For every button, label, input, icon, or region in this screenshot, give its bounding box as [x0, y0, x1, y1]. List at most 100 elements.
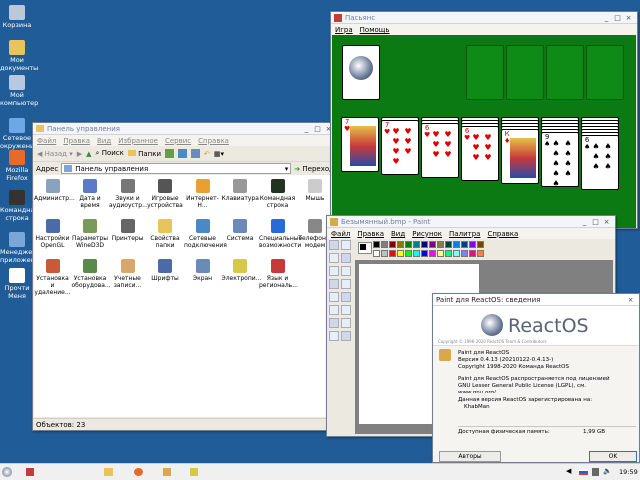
tableau-card[interactable]: 6 ♠ ♠ ♠ ♠ ♠ ♠ ♠ — [581, 135, 619, 190]
menu-item[interactable]: Избранное — [118, 137, 158, 145]
go-button[interactable]: ➜ Переход — [294, 165, 334, 173]
authors-button[interactable]: Авторы — [439, 451, 501, 462]
control-panel-item[interactable]: Специальные возможности — [259, 219, 302, 249]
palette-color[interactable] — [389, 249, 396, 257]
palette-color[interactable] — [477, 249, 484, 257]
zoom-icon[interactable] — [341, 266, 351, 276]
chevron-down-icon[interactable]: ▾ — [285, 165, 291, 173]
forward-button[interactable]: ▶ — [77, 150, 82, 158]
color-preview[interactable] — [358, 242, 372, 254]
maximize-button[interactable]: □ — [312, 125, 323, 133]
menu-item[interactable]: Палитра — [449, 230, 480, 238]
control-panel-item[interactable]: Звуки и аудиоустр... — [109, 179, 148, 209]
foundation-pile[interactable] — [586, 45, 624, 100]
clock[interactable]: 19:59 — [619, 468, 638, 476]
tableau-card[interactable]: 7 ♥ ♥ ♥ ♥ ♥ ♥ ♥ ♥ — [381, 120, 419, 175]
move-to-icon[interactable] — [165, 149, 175, 158]
curve-icon[interactable] — [341, 305, 351, 315]
palette-color[interactable] — [429, 241, 436, 248]
control-panel-item[interactable]: Сетевые подключения — [184, 219, 227, 249]
foundation-pile[interactable] — [546, 45, 584, 100]
control-panel-item[interactable]: Принтеры — [109, 219, 146, 242]
menu-item[interactable]: Правка — [357, 230, 384, 238]
quicklaunch-explorer-icon[interactable] — [104, 468, 113, 476]
menu-item[interactable]: Справка — [198, 137, 229, 145]
rect-select-icon[interactable] — [341, 240, 351, 250]
address-input[interactable]: Панель управления ▾ — [61, 163, 292, 174]
delete-icon[interactable] — [191, 149, 201, 158]
views-icon[interactable]: ▦▾ — [214, 150, 224, 158]
control-panel-item[interactable]: Командная строка — [259, 179, 296, 209]
close-button[interactable]: × — [623, 14, 634, 22]
menu-item[interactable]: Файл — [37, 137, 56, 145]
text-icon[interactable] — [341, 292, 351, 302]
palette-color[interactable] — [381, 241, 388, 248]
palette-color[interactable] — [453, 241, 460, 248]
control-panel-item[interactable]: Настройки OpenGL — [34, 219, 71, 249]
eraser-icon[interactable] — [329, 253, 339, 263]
quicklaunch-firefox-icon[interactable] — [134, 468, 143, 476]
tableau-card[interactable]: 6 ♥ ♥ ♥ ♥ ♥ ♥ ♥ — [421, 123, 459, 178]
menu-item[interactable]: Вид — [97, 137, 111, 145]
fill-icon[interactable] — [341, 253, 351, 263]
menu-item[interactable]: Файл — [331, 230, 350, 238]
maximize-button[interactable]: □ — [590, 218, 601, 226]
control-panel-item[interactable]: Клавиатура — [222, 179, 259, 202]
palette-color[interactable] — [389, 241, 396, 248]
undo-icon[interactable]: ↶ — [204, 150, 210, 158]
palette-color[interactable] — [413, 241, 420, 248]
tableau-card[interactable]: 9 ♠ ♠ ♠ ♠ ♠ ♠ ♠ ♠ ♠ ♠ — [541, 132, 579, 188]
tableau-card[interactable]: К ♦ — [501, 129, 539, 184]
palette-color[interactable] — [421, 249, 428, 257]
tableau-card[interactable]: 6 ♥ ♥ ♥ ♥ ♥ ♥ ♥ — [461, 126, 499, 181]
quicklaunch-paint-icon[interactable] — [163, 468, 171, 476]
ellipse-icon[interactable] — [329, 331, 339, 341]
taskbar-paint-icon[interactable] — [190, 468, 198, 476]
control-panel-item[interactable]: Дата и время — [72, 179, 109, 209]
control-panel-item[interactable]: Свойства папки — [147, 219, 184, 249]
palette-color[interactable] — [445, 249, 452, 257]
foundation-pile[interactable] — [466, 45, 504, 100]
minimize-button[interactable]: _ — [301, 125, 312, 133]
menu-item[interactable]: Рисунок — [412, 230, 442, 238]
desktop-icon[interactable]: Мои документы — [0, 40, 38, 72]
foundation-pile[interactable] — [506, 45, 544, 100]
control-panel-item[interactable]: Администр... — [34, 179, 75, 202]
menu-item[interactable]: Правка — [63, 137, 90, 145]
minimize-button[interactable]: _ — [579, 218, 590, 226]
palette-color[interactable] — [477, 241, 484, 248]
palette-color[interactable] — [421, 241, 428, 248]
menu-item[interactable]: Справка — [487, 230, 518, 238]
control-panel-item[interactable]: Установка и удаление... — [34, 259, 71, 296]
tableau-card[interactable]: 7 ♥ — [341, 117, 379, 172]
control-panel-item[interactable]: Параметры WineD3D — [72, 219, 109, 249]
palette-color[interactable] — [461, 249, 468, 257]
maximize-button[interactable]: □ — [612, 14, 623, 22]
folders-button[interactable]: Папки — [127, 149, 161, 158]
volume-icon[interactable]: 🔈 — [603, 467, 612, 475]
control-panel-item[interactable]: Установка оборудова... — [72, 259, 111, 289]
control-panel-item[interactable]: Мышь — [297, 179, 334, 202]
network-icon[interactable] — [592, 468, 599, 476]
control-panel-item[interactable]: Система — [222, 219, 259, 242]
desktop-icon[interactable]: Сетевое окружение — [0, 118, 38, 150]
line-icon[interactable] — [329, 305, 339, 315]
control-panel-item[interactable]: Электропи... — [222, 259, 261, 282]
rounded-rect-icon[interactable] — [341, 331, 351, 341]
palette-color[interactable] — [373, 241, 380, 248]
pencil-icon[interactable] — [329, 279, 339, 289]
control-panel-item[interactable]: Игровые устройства — [147, 179, 184, 209]
show-desktop-icon[interactable] — [26, 468, 34, 476]
control-panel-item[interactable]: Шрифты — [147, 259, 184, 282]
menu-item[interactable]: Игра — [335, 26, 353, 34]
palette-color[interactable] — [469, 241, 476, 248]
free-select-icon[interactable] — [329, 240, 339, 250]
palette-color[interactable] — [373, 249, 380, 257]
palette-color[interactable] — [413, 249, 420, 257]
palette-color[interactable] — [461, 241, 468, 248]
desktop-icon[interactable]: Mozilla Firefox — [0, 150, 34, 182]
close-button[interactable]: × — [601, 218, 612, 226]
palette-color[interactable] — [437, 241, 444, 248]
search-button[interactable]: ⌕ Поиск — [96, 149, 124, 158]
copy-to-icon[interactable] — [178, 149, 188, 158]
